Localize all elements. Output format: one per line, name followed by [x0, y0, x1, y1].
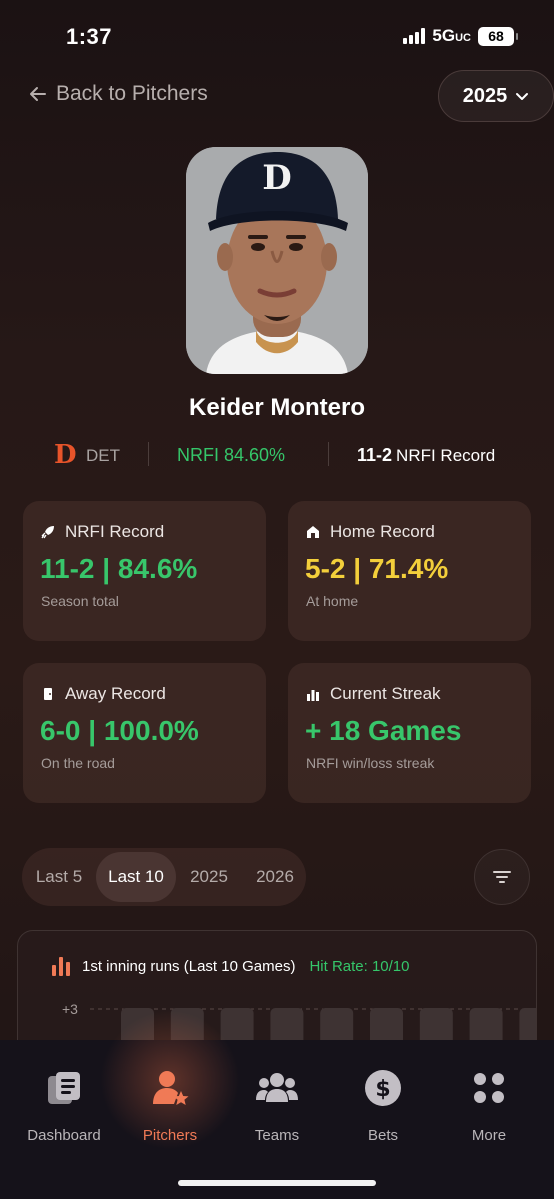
card-subtitle: At home — [306, 593, 359, 609]
card-title: Current Streak — [330, 684, 441, 703]
away-record-card: Away Record 6-0 | 100.0% On the road — [23, 663, 266, 803]
record-label: NRFI Record — [396, 446, 496, 465]
card-value: 6-0 | 100.0% — [40, 715, 199, 746]
season-value: 2025 — [462, 84, 508, 107]
nav-pitchers[interactable]: Pitchers — [120, 1065, 220, 1144]
nav-label: Pitchers — [142, 1127, 198, 1144]
card-title: Away Record — [65, 684, 166, 703]
team-code: DET — [86, 446, 120, 465]
hit-rate: Hit Rate: 10/10 — [309, 957, 410, 975]
pitchers-icon — [153, 1071, 189, 1105]
home-indicator — [178, 1180, 376, 1186]
tab-2026[interactable]: 2026 — [244, 852, 306, 902]
tab-2025[interactable]: 2025 — [178, 852, 240, 902]
card-value: 11-2 | 84.6% — [40, 553, 198, 584]
battery-icon: 68 — [478, 26, 518, 46]
nrfi-percentage: NRFI 84.60% — [177, 445, 286, 465]
dashboard-icon — [48, 1072, 80, 1104]
back-to-pitchers-link[interactable]: Back to Pitchers — [28, 82, 208, 106]
divider — [148, 442, 149, 466]
bar-chart-icon — [307, 690, 319, 701]
season-select[interactable]: 2025 — [438, 70, 554, 122]
current-streak-card: Current Streak + 18 Games NRFI win/loss … — [288, 663, 531, 803]
nav-label: Teams — [254, 1127, 300, 1144]
dollar-icon: $ — [365, 1070, 401, 1106]
home-record-card: Home Record 5-2 | 71.4% At home — [288, 501, 531, 641]
nav-teams[interactable]: Teams — [227, 1065, 327, 1144]
nrfi-record-card: NRFI Record 11-2 | 84.6% Season total — [23, 501, 266, 641]
battery-level: 68 — [488, 28, 504, 44]
signal-icon — [403, 28, 426, 44]
status-bar: 1:37 5GUC 68 — [0, 0, 554, 70]
card-value: + 18 Games — [305, 715, 462, 746]
status-indicators: 5GUC 68 — [403, 26, 518, 46]
divider — [328, 442, 329, 466]
record-value: 11-2 — [357, 445, 393, 465]
bar-chart-icon — [52, 957, 70, 976]
card-title: Home Record — [330, 522, 435, 541]
nrfi-record-summary: 11-2 NRFI Record — [357, 445, 495, 466]
player-meta-row: D DET NRFI 84.60% 11-2 NRFI Record — [0, 438, 554, 470]
nav-more[interactable]: More — [439, 1065, 539, 1144]
rocket-icon — [41, 526, 54, 539]
arrow-left-icon — [30, 87, 46, 101]
tab-last-5[interactable]: Last 5 — [26, 852, 92, 902]
y-tick-label: +3 — [62, 1001, 78, 1017]
chevron-down-icon — [516, 93, 529, 100]
chart-title: 1st inning runs (Last 10 Games) — [82, 957, 296, 975]
teams-icon — [256, 1073, 298, 1102]
nav-dashboard[interactable]: Dashboard — [14, 1065, 114, 1144]
svg-text:D: D — [262, 158, 291, 198]
card-subtitle: Season total — [41, 593, 119, 609]
tab-last-10[interactable]: Last 10 — [96, 852, 176, 902]
nav-label: Bets — [367, 1127, 398, 1144]
status-time: 1:37 — [66, 24, 113, 49]
player-photo: D — [186, 147, 368, 374]
card-subtitle: NRFI win/loss streak — [306, 755, 435, 771]
network-label: 5GUC — [432, 26, 471, 45]
player-name: Keider Montero — [188, 394, 365, 421]
range-tabs: Last 5 Last 10 2025 2026 — [22, 848, 306, 906]
grid-icon — [474, 1073, 504, 1103]
back-label: Back to Pitchers — [56, 82, 208, 105]
filter-button[interactable] — [474, 849, 530, 905]
svg-text:$: $ — [375, 1077, 390, 1102]
door-icon — [44, 688, 52, 700]
tigers-logo-icon: D — [54, 440, 77, 470]
nav-bets[interactable]: $ Bets — [333, 1065, 433, 1144]
nav-label: More — [471, 1127, 507, 1144]
card-title: NRFI Record — [65, 522, 165, 541]
card-value: 5-2 | 71.4% — [305, 553, 449, 584]
card-subtitle: On the road — [41, 755, 115, 771]
filter-icon — [493, 871, 511, 883]
nav-label: Dashboard — [27, 1127, 101, 1144]
home-icon — [307, 526, 319, 538]
